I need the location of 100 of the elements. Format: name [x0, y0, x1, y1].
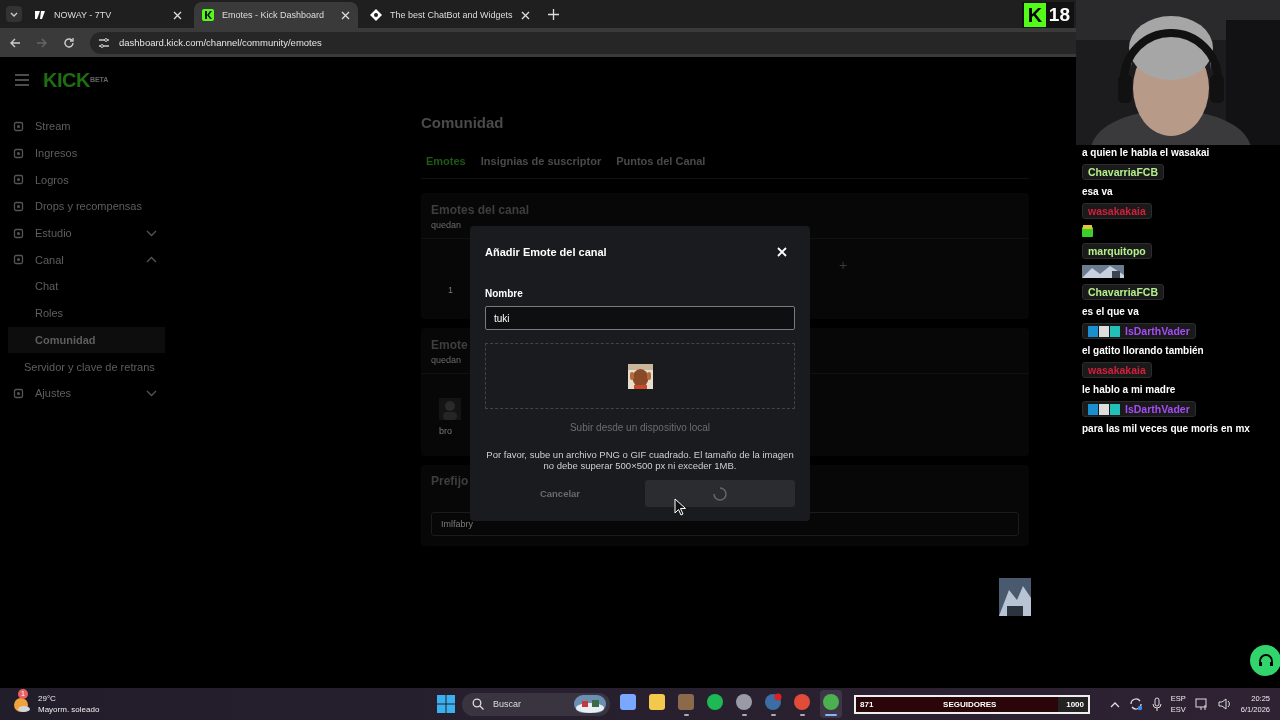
nav-icon: [13, 120, 24, 132]
sidebar-item[interactable]: Ajustes: [0, 379, 165, 407]
sidebar-item[interactable]: Stream: [0, 113, 165, 140]
username: wasakakaia: [1088, 205, 1146, 217]
tab[interactable]: Emotes: [421, 155, 466, 167]
cursor-icon: [674, 498, 686, 516]
close-icon[interactable]: [173, 10, 182, 20]
emote-icon: [1082, 225, 1093, 237]
close-icon[interactable]: [341, 10, 350, 20]
favicon-icon: [202, 9, 214, 21]
favicon-icon: [34, 9, 46, 21]
headset-icon: [1257, 652, 1274, 669]
card-subtitle: quedan: [431, 355, 463, 365]
temperature: 29°C: [38, 693, 57, 704]
kick-logo[interactable]: KICK$^{BETA}$: [43, 69, 109, 91]
back-icon[interactable]: [9, 36, 21, 49]
app-icon: [619, 693, 637, 711]
site-settings-icon[interactable]: [98, 36, 110, 49]
badge-icons-drawing: [1088, 325, 1120, 337]
support-button[interactable]: [1250, 645, 1280, 676]
sidebar-item[interactable]: Drops y recompensas: [0, 193, 165, 220]
browser-tab[interactable]: NOWAY - 7TV: [26, 2, 190, 28]
chat-message: es el que va: [1082, 306, 1139, 317]
goal-label: SEGUIDORES: [943, 699, 997, 709]
app-icon: [706, 693, 724, 711]
sidebar-subitem[interactable]: Comunidad: [8, 326, 165, 354]
close-icon[interactable]: [520, 10, 530, 20]
search-icon: [472, 698, 484, 710]
sidebar-item[interactable]: Estudio: [0, 219, 165, 247]
nav-icon: [13, 147, 24, 159]
app-icon: [764, 693, 782, 711]
app-icon: [822, 693, 840, 711]
help-text: Por favor, sube un archivo PNG o GIF cuadrado. El tamaño de la imagen no debe superar 500×500 px ni exceder 1MB.: [485, 449, 795, 471]
username: ChavarriaFCB: [1088, 286, 1159, 298]
upload-button[interactable]: Subir desde un dispositivo local: [485, 422, 795, 433]
dialog-title: Añadir Emote del canal: [485, 246, 607, 258]
browser-tab[interactable]: The best ChatBot and Widgets: [362, 2, 538, 28]
add-emote-button[interactable]: +: [839, 257, 848, 273]
app-icon: [793, 693, 811, 711]
chevron-up-icon[interactable]: [1109, 700, 1120, 708]
emote-name: bro: [439, 426, 452, 436]
card-subtitle: quedan: [431, 220, 463, 230]
sync-icon[interactable]: [1128, 697, 1143, 711]
chevron-down-icon: [146, 389, 157, 397]
app-icon: [648, 693, 666, 711]
sidebar-item[interactable]: Servidor y clave de retrans: [0, 353, 165, 380]
network-icon[interactable]: [1194, 697, 1209, 711]
username: marquitopo: [1088, 245, 1146, 257]
goal-count: 1000: [1066, 699, 1084, 709]
search-field[interactable]: Buscar: [462, 692, 610, 716]
chat-message: esa va: [1082, 186, 1113, 197]
username: IsDarthVader: [1125, 403, 1190, 415]
upload-dropzone[interactable]: [485, 343, 795, 409]
nav-icon: [13, 174, 24, 186]
new-tab-icon[interactable]: [547, 9, 559, 20]
sidebar-item[interactable]: Ingresos: [0, 139, 165, 167]
nav-icon: [13, 200, 24, 212]
sidebar-subitem[interactable]: Roles: [0, 299, 165, 327]
sidebar-item[interactable]: Canal: [0, 246, 165, 274]
nav-icon: [13, 387, 24, 399]
browser-tab[interactable]: Emotes - Kick Dashboard: [194, 2, 358, 28]
chat-message: a quien le habla el wasakai: [1082, 147, 1210, 158]
volume-icon[interactable]: [1217, 697, 1232, 711]
start-icon[interactable]: [437, 695, 455, 713]
chevron-down-icon: [146, 229, 157, 237]
nav-icon: [13, 254, 24, 266]
sidebar-item[interactable]: Logros: [0, 166, 165, 194]
spinner-icon: [713, 486, 727, 501]
tab-title: Emotes - Kick Dashboard: [222, 10, 326, 20]
app-icon: [677, 693, 695, 711]
cancel-button[interactable]: Cancelar: [485, 480, 635, 507]
chat-message: le hablo a mi madre: [1082, 384, 1176, 395]
page-title: Comunidad: [421, 114, 505, 131]
app-icon: [735, 693, 753, 711]
viewer-count: 18: [1048, 4, 1070, 26]
chat-message: el gatito llorando también: [1082, 345, 1204, 356]
badge-icons-drawing: [1088, 403, 1120, 415]
tab-title: The best ChatBot and Widgets: [390, 10, 513, 20]
chevron-up-icon: [146, 256, 157, 264]
microphone-icon[interactable]: [1151, 697, 1162, 711]
logo: K: [1023, 3, 1046, 27]
tab-title: NOWAY - 7TV: [54, 10, 113, 20]
field-label: Nombre: [485, 288, 524, 299]
tab[interactable]: Insignias de suscriptor: [475, 155, 602, 167]
taskbar-button[interactable]: [820, 690, 842, 718]
username: ChavarriaFCB: [1088, 166, 1159, 178]
chat-message: para las mil veces que moris en mx: [1082, 423, 1250, 434]
weather-condition: Mayorm. soleado: [38, 704, 100, 715]
username: wasakakaia: [1088, 364, 1146, 376]
tab-list-button[interactable]: [6, 6, 22, 22]
tab[interactable]: Puntos del Canal: [611, 155, 706, 167]
follower-count: 871: [860, 699, 874, 709]
username: IsDarthVader: [1125, 325, 1190, 337]
sidebar-subitem[interactable]: Chat: [0, 273, 165, 300]
favicon-icon: [370, 9, 382, 21]
emote-slot-number: 1: [448, 285, 453, 295]
nav-icon: [13, 227, 24, 239]
address-bar[interactable]: dashboard.kick.com/channel/community/emotes: [90, 31, 1076, 54]
name-field[interactable]: tuki: [485, 306, 795, 330]
reload-icon[interactable]: [63, 36, 75, 49]
